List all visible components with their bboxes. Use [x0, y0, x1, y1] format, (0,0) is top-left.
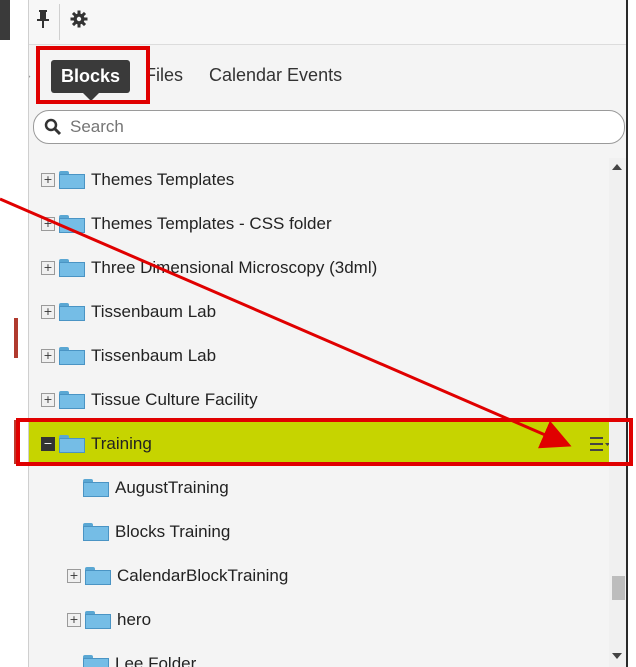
search-box[interactable] [33, 110, 625, 144]
expand-icon[interactable]: + [67, 613, 81, 627]
folder-icon [59, 259, 85, 277]
tree-row[interactable]: AugustTraining [29, 466, 626, 510]
tree-row-label: Themes Templates [91, 170, 235, 189]
background-red-mark [14, 318, 18, 358]
tree-row[interactable]: + Themes Templates - CSS folder [29, 202, 621, 246]
tree-row-label: Three Dimensional Microscopy (3dml) [91, 258, 378, 277]
tab-calendar-events[interactable]: Calendar Events [209, 65, 342, 86]
toolbar-divider [59, 4, 60, 40]
tree-row-label: Tissue Culture Facility [91, 390, 258, 409]
tree-row[interactable]: + Tissenbaum Lab [29, 290, 621, 334]
folder-icon [85, 611, 111, 629]
tree-row[interactable]: Lee Folder [29, 642, 626, 667]
tree-row[interactable]: + hero [29, 598, 626, 642]
search-icon [42, 116, 64, 138]
folder-icon [83, 479, 109, 497]
settings-button[interactable] [67, 8, 91, 34]
pin-button[interactable] [31, 8, 55, 34]
tree-row-label: Lee Folder [115, 654, 197, 667]
annotation-box-blocks-tab [36, 46, 150, 104]
expand-icon[interactable]: + [41, 261, 55, 275]
scroll-down-icon[interactable] [612, 653, 622, 659]
background-dark-block [0, 0, 10, 40]
tree-row[interactable]: + Tissenbaum Lab [29, 334, 621, 378]
annotation-box-training-row [16, 418, 633, 466]
panel-toolbar [29, 0, 626, 45]
folder-icon [59, 347, 85, 365]
folder-icon [59, 171, 85, 189]
folder-icon [83, 523, 109, 541]
background-strip [0, 0, 28, 667]
gear-icon [70, 10, 88, 32]
expand-icon[interactable]: + [41, 217, 55, 231]
tree-row-label: AugustTraining [115, 478, 229, 497]
scrollbar-thumb[interactable] [612, 576, 625, 600]
pin-icon [36, 10, 50, 32]
tree-row[interactable]: + Tissue Culture Facility [29, 378, 621, 422]
tree-row[interactable]: + Three Dimensional Microscopy (3dml) [29, 246, 621, 290]
expand-icon[interactable]: + [67, 569, 81, 583]
tree-scrollbar[interactable] [609, 158, 626, 667]
expand-icon[interactable]: + [41, 173, 55, 187]
tree-row[interactable]: + CalendarBlockTraining [29, 554, 626, 598]
tree-row[interactable]: + Themes Templates [29, 158, 621, 202]
scroll-up-icon[interactable] [612, 164, 622, 170]
tree-row-label: Tissenbaum Lab [91, 302, 217, 321]
folder-icon [59, 215, 85, 233]
chevron-down-icon[interactable]: ⌄ [29, 64, 34, 85]
expand-icon[interactable]: + [41, 305, 55, 319]
folder-icon [85, 567, 111, 585]
tab-files[interactable]: Files [145, 65, 183, 86]
tree-row-label: Themes Templates - CSS folder [91, 214, 332, 233]
folder-icon [59, 391, 85, 409]
block-tree: + Themes Templates + Themes Templates - … [29, 158, 621, 667]
tree-row-label: CalendarBlockTraining [117, 566, 289, 585]
expand-icon[interactable]: + [41, 393, 55, 407]
tree-row-label: Tissenbaum Lab [91, 346, 217, 365]
search-input[interactable] [68, 116, 592, 138]
tree-row-label: Blocks Training [115, 522, 231, 541]
expand-icon[interactable]: + [41, 349, 55, 363]
tree-row[interactable]: Blocks Training [29, 510, 626, 554]
folder-icon [59, 303, 85, 321]
tree-row-label: hero [117, 610, 152, 629]
folder-icon [83, 655, 109, 667]
